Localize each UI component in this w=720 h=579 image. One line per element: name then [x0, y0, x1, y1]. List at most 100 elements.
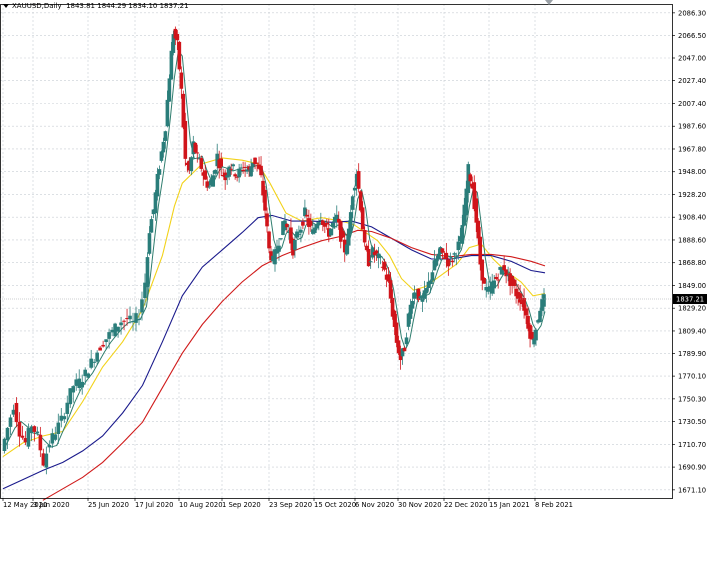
- candle-body: [530, 332, 534, 340]
- candle-body: [231, 164, 235, 167]
- candle-body: [267, 231, 271, 249]
- candle-body: [219, 158, 223, 167]
- candle-body: [277, 245, 281, 252]
- candle-body: [177, 41, 182, 70]
- candle-body: [213, 170, 218, 174]
- candle-body: [456, 241, 461, 251]
- candle-body: [410, 301, 415, 309]
- candle-body: [17, 421, 22, 437]
- candle-body: [140, 299, 144, 313]
- moving-average-line: [42, 229, 546, 501]
- candle-body: [86, 373, 90, 378]
- candle-body: [297, 233, 301, 235]
- grid-lines: [0, 4, 672, 498]
- y-tick-label: 1849.00: [678, 282, 706, 290]
- candle-body: [35, 431, 40, 434]
- candle-body: [542, 294, 546, 307]
- candle-body: [434, 258, 439, 266]
- candle-body: [104, 339, 108, 343]
- candle-body: [157, 169, 162, 175]
- current-price-label: 1837.21: [676, 296, 704, 304]
- candle-body: [482, 278, 487, 284]
- x-tick-label: 10 Aug 2020: [179, 501, 223, 509]
- candle-body: [56, 422, 61, 435]
- y-tick-label: 2086.30: [678, 9, 706, 17]
- y-tick-label: 1809.40: [678, 327, 706, 335]
- candle-body: [189, 157, 194, 172]
- candle-body: [32, 426, 37, 432]
- candle-body: [243, 166, 247, 168]
- x-tick-label: 15 Jan 2021: [489, 501, 530, 509]
- moving-average-line: [2, 157, 546, 458]
- candle-body: [128, 315, 132, 320]
- candle-body: [388, 280, 393, 299]
- chevron-down-icon[interactable]: [3, 4, 9, 8]
- candle-body: [5, 427, 10, 441]
- candle-body: [502, 265, 506, 271]
- candle-body: [14, 402, 19, 423]
- y-tick-label: 1967.80: [678, 145, 706, 153]
- candle-body: [468, 174, 473, 182]
- candle-body: [195, 152, 200, 154]
- chart-canvas[interactable]: 2086.30 2066.50 2047.00 2027.40 2007.40 1987.…: [0, 0, 720, 512]
- axes: 2086.30 2066.50 2047.00 2027.40 2007.40 1987.…: [0, 4, 707, 509]
- candle-body: [167, 78, 172, 102]
- y-tick-label: 1710.70: [678, 441, 706, 449]
- ohlc-values: 1843.81 1844.29 1834.10 1837.21: [66, 2, 189, 10]
- candle-body: [436, 253, 441, 260]
- candle-body: [305, 214, 309, 217]
- y-tick-label: 1948.00: [678, 168, 706, 176]
- y-tick-label: 1908.40: [678, 214, 706, 222]
- candle-body: [301, 221, 305, 226]
- candle-body: [62, 416, 67, 420]
- chart-shift-marker-icon[interactable]: [545, 0, 553, 5]
- candle-body: [145, 257, 150, 288]
- candle-body: [159, 151, 164, 161]
- candle-body: [98, 347, 102, 351]
- candle-body: [183, 120, 188, 159]
- y-tick-label: 1928.20: [678, 191, 706, 199]
- candle-body: [239, 167, 243, 169]
- candle-body: [538, 310, 542, 323]
- candle-body: [203, 170, 208, 180]
- y-tick-label: 1750.30: [678, 395, 706, 403]
- candle-body: [348, 212, 353, 233]
- candle-body: [446, 259, 451, 267]
- candle-body: [255, 162, 259, 164]
- y-tick-label: 1987.60: [678, 123, 706, 131]
- y-tick-label: 2027.40: [678, 77, 706, 85]
- candle-body: [155, 173, 160, 197]
- candle-body: [259, 165, 263, 176]
- candle-body: [149, 219, 154, 233]
- candle-body: [122, 320, 126, 322]
- x-tick-label: 3 Jun 2020: [33, 501, 70, 509]
- candle-body: [193, 142, 198, 153]
- candle-body: [512, 279, 516, 287]
- candle-body: [293, 239, 297, 250]
- candle-body: [376, 253, 381, 259]
- candle-body: [161, 141, 166, 153]
- candle-body: [107, 332, 111, 339]
- candle-body: [430, 272, 435, 281]
- candle-body: [444, 252, 449, 259]
- candle-body: [299, 229, 303, 233]
- candles: [2, 26, 546, 475]
- candle-body: [340, 230, 345, 238]
- candle-body: [101, 344, 105, 347]
- candle-body: [428, 280, 433, 285]
- candle-body: [20, 435, 25, 438]
- candle-body: [518, 293, 522, 303]
- candle-body: [175, 34, 180, 41]
- candle-body: [89, 358, 93, 368]
- y-tick-label: 1829.20: [678, 305, 706, 313]
- candle-body: [65, 402, 70, 414]
- candle-body: [285, 223, 289, 228]
- y-tick-label: 1888.60: [678, 236, 706, 244]
- y-tick-label: 1789.90: [678, 350, 706, 358]
- candle-body: [360, 207, 365, 230]
- candle-body: [496, 279, 500, 281]
- candle-body: [402, 347, 407, 352]
- x-tick-label: 23 Sep 2020: [269, 501, 312, 509]
- candle-body: [534, 329, 538, 341]
- price-chart[interactable]: 2086.30 2066.50 2047.00 2027.40 2007.40 1987.…: [0, 0, 720, 512]
